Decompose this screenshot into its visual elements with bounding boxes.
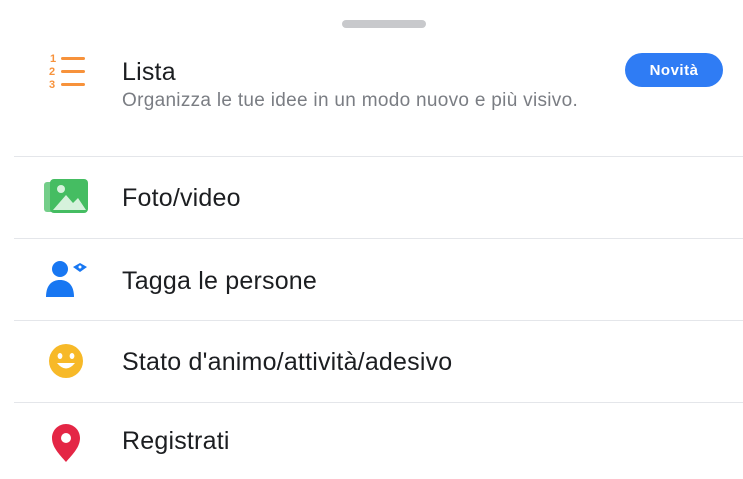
menu-item-photo-video[interactable]: Foto/video [0,157,743,238]
menu-item-feeling-activity[interactable]: Stato d'animo/attività/adesivo [0,321,743,402]
svg-text:1: 1 [50,53,56,65]
menu-item-check-in[interactable]: Registrati [0,403,743,479]
new-badge: Novità [625,53,723,87]
smiley-icon [40,341,92,381]
menu-item-label: Registrati [122,427,230,455]
svg-text:3: 3 [49,79,55,90]
menu-item-label: Foto/video [122,184,241,212]
menu-item-label: Lista [122,58,176,86]
menu-item-lista[interactable]: 1 2 3 Lista Organizza le tue idee in un … [0,0,743,156]
menu-item-tag-people[interactable]: Tagga le persone [0,239,743,320]
menu-item-label: Tagga le persone [122,267,318,295]
menu-item-label: Stato d'animo/attività/adesivo [122,348,453,376]
location-pin-icon [40,423,92,463]
photo-video-icon [40,177,92,217]
menu-item-description: Organizza le tue idee in un modo nuovo e… [122,90,579,111]
svg-text:2: 2 [49,66,55,78]
tag-people-icon [40,259,92,299]
bottom-sheet: 1 2 3 Lista Organizza le tue idee in un … [0,0,743,479]
numbered-list-icon: 1 2 3 [40,50,92,90]
